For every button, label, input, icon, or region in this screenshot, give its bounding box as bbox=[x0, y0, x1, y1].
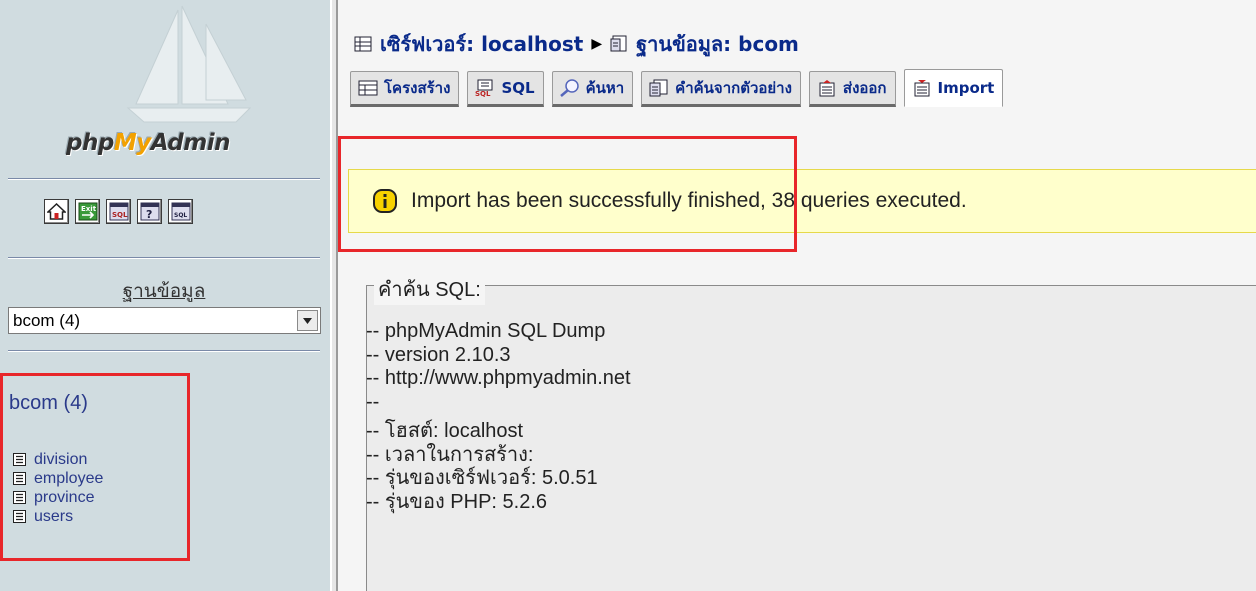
list-item[interactable]: province bbox=[13, 488, 103, 507]
quick-icons-bar: Exit SQL ? SQL bbox=[44, 199, 193, 224]
svg-text:Exit: Exit bbox=[81, 205, 97, 213]
structure-icon bbox=[358, 80, 378, 96]
database-select-value: bcom (4) bbox=[13, 310, 81, 330]
list-item[interactable]: division bbox=[13, 450, 103, 469]
code-line: -- รุ่นของเซิร์ฟเวอร์: 5.0.51 bbox=[366, 467, 598, 489]
sql-query-legend: คำค้น SQL: bbox=[374, 273, 485, 305]
info-icon bbox=[373, 189, 397, 213]
home-icon[interactable] bbox=[44, 199, 69, 224]
success-notice: Import has been successfully finished, 3… bbox=[348, 169, 1256, 233]
import-icon bbox=[914, 80, 930, 97]
svg-text:SQL: SQL bbox=[174, 212, 187, 219]
table-link[interactable]: division bbox=[34, 451, 87, 469]
sql-query-code: -- phpMyAdmin SQL Dump -- version 2.10.3… bbox=[366, 320, 631, 513]
table-link[interactable]: users bbox=[34, 508, 73, 526]
code-line: -- เวลาในการสร้าง: bbox=[366, 443, 534, 466]
table-link[interactable]: employee bbox=[34, 470, 103, 488]
code-line: -- http://www.phpmyadmin.net bbox=[366, 367, 631, 389]
tab-search[interactable]: ค้นหา bbox=[551, 71, 634, 107]
list-item[interactable]: employee bbox=[13, 469, 103, 488]
tab-label: โครงสร้าง bbox=[384, 79, 451, 97]
tab-import[interactable]: Import bbox=[903, 69, 1004, 107]
database-select[interactable]: bcom (4) bbox=[8, 307, 321, 334]
sailing-ship-icon bbox=[126, 5, 252, 123]
chevron-down-icon[interactable] bbox=[297, 310, 318, 331]
svg-text:?: ? bbox=[146, 208, 152, 221]
sql-docs-icon[interactable]: SQL bbox=[168, 199, 193, 224]
query-icon bbox=[649, 79, 668, 97]
database-tree: bcom (4) division employee province user… bbox=[0, 373, 190, 561]
divider bbox=[8, 350, 320, 352]
database-label[interactable]: ฐานข้อมูล bbox=[8, 276, 320, 306]
table-icon[interactable] bbox=[13, 472, 26, 485]
navigation-frame: phpMyAdmin Exit SQL ? SQL ฐานข้อมูล bcom… bbox=[0, 0, 330, 591]
exit-icon[interactable]: Exit bbox=[75, 199, 100, 224]
code-line: -- โฮสต์: localhost bbox=[366, 420, 524, 442]
tab-query[interactable]: คำค้นจากตัวอย่าง bbox=[641, 71, 801, 107]
frame-divider[interactable] bbox=[330, 0, 338, 591]
table-icon[interactable] bbox=[13, 510, 26, 523]
export-icon bbox=[819, 80, 835, 97]
breadcrumb-database[interactable]: ฐานข้อมูล: bcom bbox=[636, 28, 799, 60]
table-icon[interactable] bbox=[13, 491, 26, 504]
tab-label: คำค้นจากตัวอย่าง bbox=[675, 79, 792, 97]
logo-wordmark: phpMyAdmin bbox=[66, 130, 230, 156]
main-frame: เซิร์ฟเวอร์: localhost ▶ ฐานข้อมูล: bcom… bbox=[338, 0, 1256, 591]
table-icon[interactable] bbox=[13, 453, 26, 466]
tab-label: ส่งออก bbox=[842, 79, 887, 97]
tab-sql[interactable]: SQL SQL bbox=[467, 71, 544, 107]
divider bbox=[8, 257, 320, 259]
notice-message: Import has been successfully finished, 3… bbox=[411, 189, 967, 212]
tab-label: ค้นหา bbox=[585, 79, 625, 97]
svg-text:SQL: SQL bbox=[475, 90, 491, 97]
code-line: -- version 2.10.3 bbox=[366, 343, 511, 366]
tab-export[interactable]: ส่งออก bbox=[808, 71, 896, 107]
server-icon bbox=[354, 36, 372, 52]
list-item[interactable]: users bbox=[13, 507, 103, 526]
breadcrumb-server[interactable]: เซิร์ฟเวอร์: localhost bbox=[380, 28, 583, 60]
search-icon bbox=[559, 79, 579, 97]
breadcrumb-separator-icon: ▶ bbox=[591, 36, 603, 52]
tab-label: Import bbox=[937, 79, 995, 97]
tab-bar: โครงสร้าง SQL SQL ค้นหา คำค้นจากตัวอย่าง… bbox=[350, 69, 1011, 107]
help-icon[interactable]: ? bbox=[137, 199, 162, 224]
database-icon bbox=[610, 35, 627, 52]
divider bbox=[8, 178, 320, 180]
code-line: -- bbox=[366, 390, 380, 413]
svg-text:SQL: SQL bbox=[112, 211, 128, 219]
tab-label: SQL bbox=[501, 79, 535, 97]
phpmyadmin-logo[interactable]: phpMyAdmin bbox=[0, 0, 330, 172]
table-link[interactable]: province bbox=[34, 489, 94, 507]
breadcrumb: เซิร์ฟเวอร์: localhost ▶ ฐานข้อมูล: bcom bbox=[354, 28, 799, 60]
sql-icon: SQL bbox=[475, 79, 493, 97]
tree-database-link[interactable]: bcom (4) bbox=[9, 392, 88, 415]
code-line: -- phpMyAdmin SQL Dump bbox=[366, 320, 606, 342]
table-list: division employee province users bbox=[13, 450, 103, 526]
sql-query-icon[interactable]: SQL bbox=[106, 199, 131, 224]
tab-structure[interactable]: โครงสร้าง bbox=[350, 71, 460, 107]
